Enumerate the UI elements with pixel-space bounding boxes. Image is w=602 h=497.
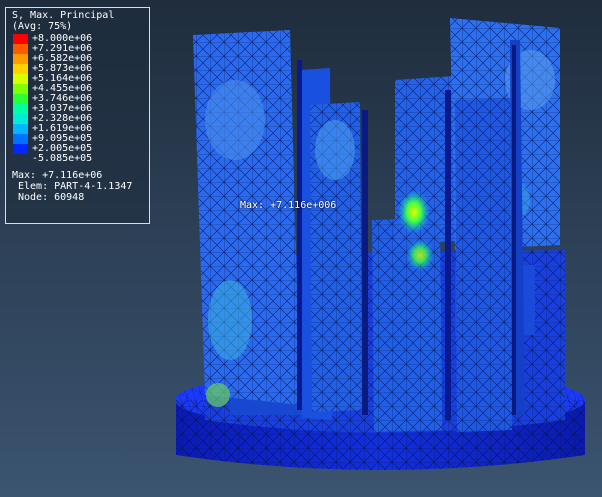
legend-max-node: Node: 60948 [18, 192, 85, 203]
legend-max-value: Max: +7.116e+06 [12, 170, 103, 181]
legend-swatch [13, 94, 28, 104]
legend-swatch [13, 104, 28, 114]
legend-swatch [13, 144, 28, 154]
legend-subtitle: (Avg: 75%) [12, 21, 73, 32]
legend-swatch [13, 124, 28, 134]
legend-swatch [13, 114, 28, 124]
legend-swatch [13, 134, 28, 144]
legend-max-element: Elem: PART-4-1.1347 [18, 181, 133, 192]
model-max-annotation: Max: +7.116e+006 [240, 200, 337, 211]
legend-row: -5.085e+05 [12, 154, 145, 164]
legend-title: S, Max. Principal [12, 10, 115, 21]
legend-swatch [13, 74, 28, 84]
legend-value: -5.085e+05 [32, 153, 93, 164]
legend-swatch [13, 44, 28, 54]
contour-legend: S, Max. Principal (Avg: 75%) +8.000e+06 +… [5, 7, 150, 224]
legend-swatch [13, 64, 28, 74]
left-column [193, 30, 300, 407]
legend-swatch [13, 84, 28, 94]
left-center-column [300, 68, 362, 420]
legend-swatch [13, 54, 28, 64]
legend-color-scale: +8.000e+06 +7.291e+06 +6.582e+06 +5.873e+06… [12, 34, 145, 164]
legend-swatch [13, 34, 28, 44]
